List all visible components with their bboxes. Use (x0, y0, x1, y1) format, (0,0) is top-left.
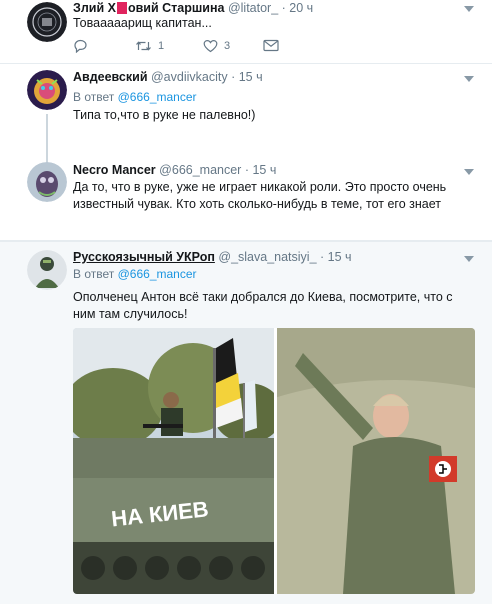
retweet-icon (136, 41, 151, 51)
tweet-slava-natsiyi: Русскоязычный УКРоп @_slava_natsiyi_ · 1… (0, 242, 492, 604)
tweet-header: Злий Ховий Старшина @litator_ · 20 ч (73, 1, 313, 15)
display-name[interactable]: Necro Mancer (73, 163, 156, 177)
user-handle[interactable]: @_slava_natsiyi_ (218, 250, 316, 264)
timestamp[interactable]: · 15 ч (231, 70, 263, 84)
timestamp[interactable]: · 20 ч (282, 1, 314, 15)
caret-down-icon[interactable] (464, 169, 474, 175)
tweet-text: Ополченец Антон всё таки добрался до Кие… (73, 290, 453, 321)
tweet-photo[interactable]: НА КИЕВ (73, 328, 475, 594)
user-handle[interactable]: @666_mancer (159, 163, 241, 177)
retweet-button[interactable]: 1 (135, 39, 164, 53)
user-handle[interactable]: @litator_ (228, 1, 278, 15)
tweet-text: Типа то,что в руке не палевно!) (73, 108, 256, 122)
avatar[interactable] (27, 162, 67, 202)
tweet-litator: Злий Ховий Старшина @litator_ · 20 ч Тов… (0, 0, 492, 62)
reply-context: В ответ @666_mancer (73, 267, 197, 281)
like-icon (203, 39, 218, 53)
avatar[interactable] (27, 250, 67, 290)
caret-down-icon[interactable] (464, 256, 474, 262)
tweet-header: Авдеевский @avdiivkacity · 15 ч (73, 70, 263, 84)
tweet-necro-mancer: Necro Mancer @666_mancer · 15 ч Да то, ч… (0, 156, 492, 240)
like-button[interactable]: 3 (203, 39, 230, 53)
reply-button[interactable] (73, 39, 88, 53)
dm-button[interactable] (263, 39, 279, 52)
avatar[interactable] (27, 2, 67, 42)
tweet-actions: 1 3 (73, 39, 293, 55)
reply-context: В ответ @666_mancer (73, 90, 197, 104)
tweet-text: Да то, что в руке, уже не играет никакой… (73, 180, 447, 211)
redaction-mark (116, 2, 127, 14)
display-name[interactable]: Русскоязычный УКРоп (73, 250, 215, 264)
tweet-text: Товааааарищ капитан... (73, 16, 212, 30)
tweet-header: Necro Mancer @666_mancer · 15 ч (73, 163, 276, 177)
reply-icon (74, 39, 87, 53)
display-name[interactable]: Авдеевский (73, 70, 148, 84)
retweet-count: 1 (158, 40, 165, 52)
caret-down-icon[interactable] (464, 6, 474, 12)
like-count: 3 (224, 40, 231, 52)
tweet-avdiivkacity: Авдеевский @avdiivkacity · 15 ч В ответ … (0, 64, 492, 168)
avatar[interactable] (27, 70, 67, 110)
user-handle[interactable]: @avdiivkacity (151, 70, 228, 84)
dm-icon (263, 39, 279, 52)
caret-down-icon[interactable] (464, 76, 474, 82)
timestamp[interactable]: · 15 ч (245, 163, 277, 177)
reply-to-link[interactable]: @666_mancer (118, 267, 197, 281)
display-name[interactable]: Злий Ховий Старшина (73, 1, 224, 15)
tweet-header: Русскоязычный УКРоп @_slava_natsiyi_ · 1… (73, 250, 352, 264)
timestamp[interactable]: · 15 ч (320, 250, 352, 264)
reply-to-link[interactable]: @666_mancer (118, 90, 197, 104)
